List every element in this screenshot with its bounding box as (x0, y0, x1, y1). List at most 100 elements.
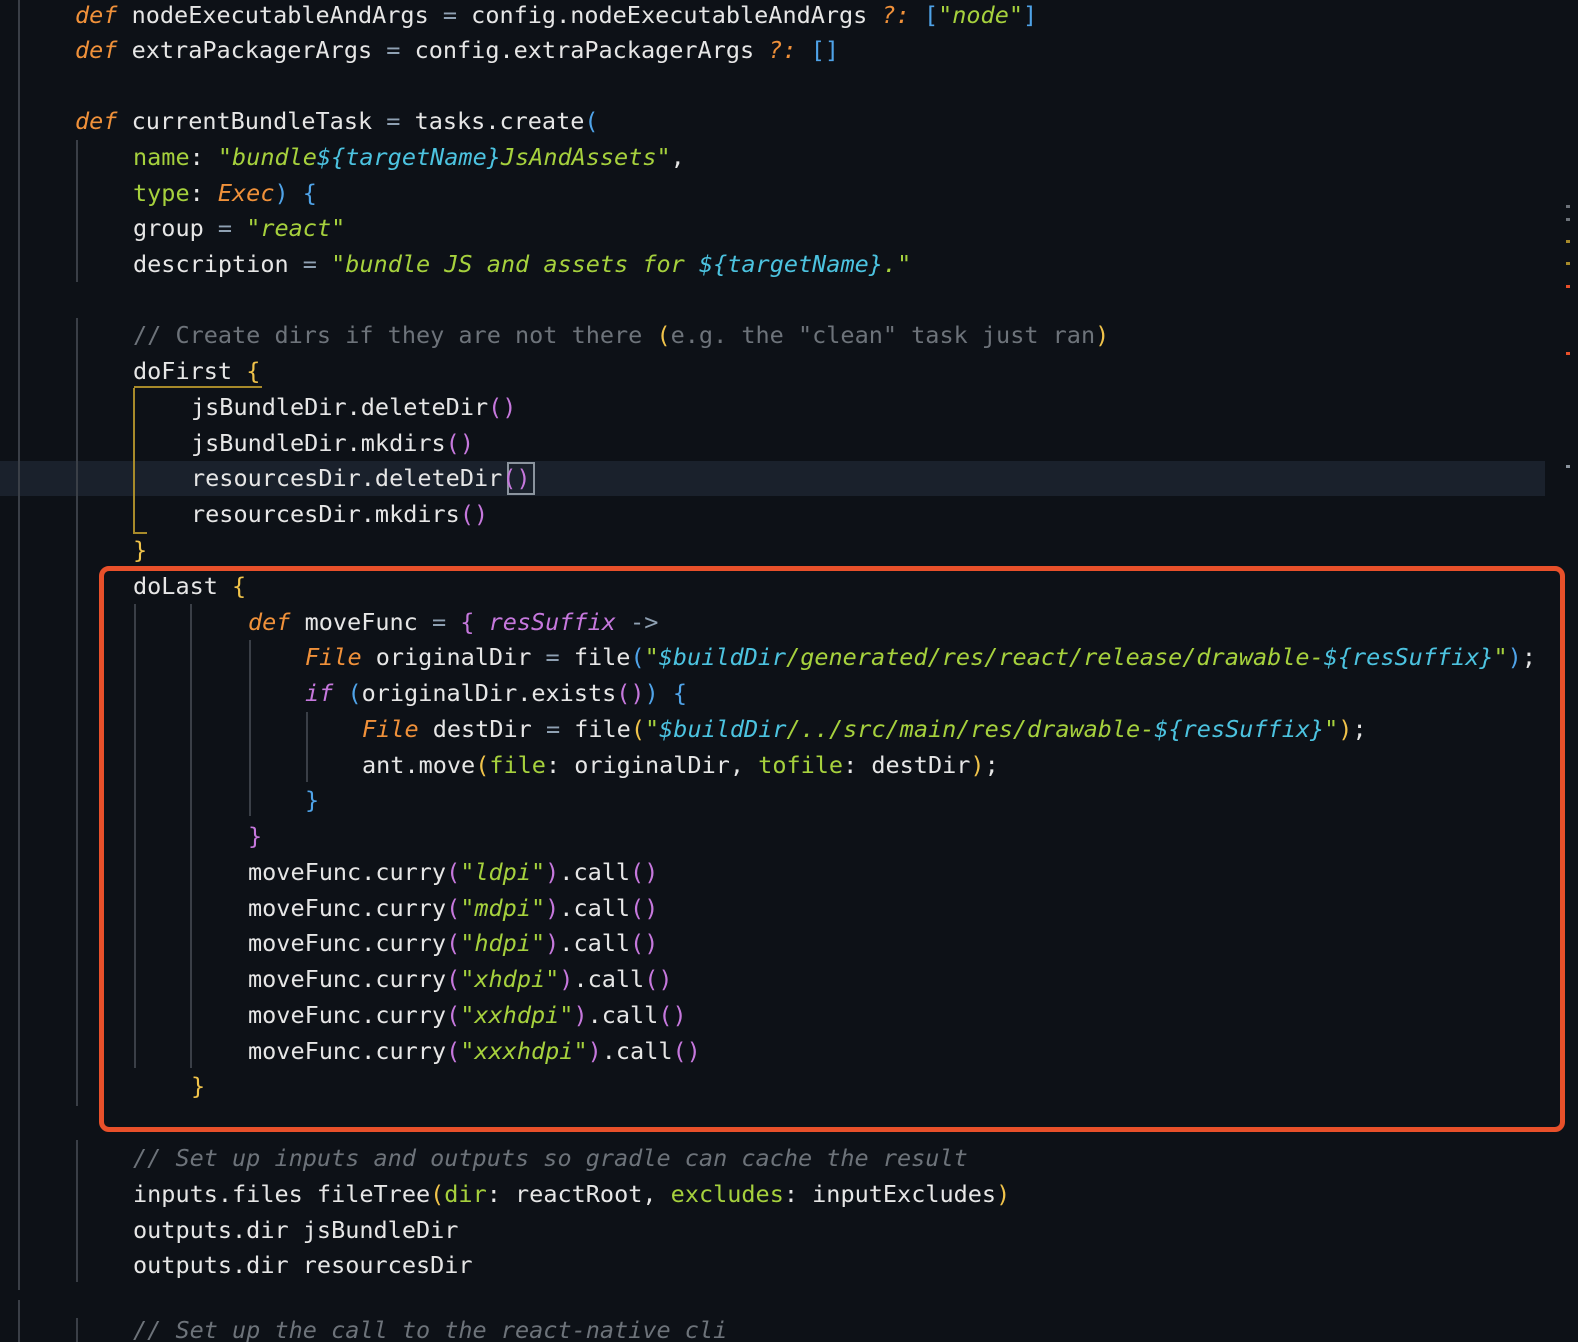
code-token: inputs.files fileTree (133, 1180, 431, 1208)
code-token: ?: (768, 36, 797, 64)
indent-guide (76, 140, 78, 282)
code-token: . (882, 250, 898, 278)
code-token: react (260, 214, 332, 242)
code-line[interactable]: } (133, 532, 147, 568)
code-line[interactable]: inputs.files fileTree(dir: reactRoot, ex… (133, 1176, 1010, 1212)
code-token: config.extraPackagerArgs (400, 36, 769, 64)
code-line[interactable]: def currentBundleTask = tasks.create( (75, 103, 599, 139)
code-line[interactable]: type: Exec) { (133, 175, 317, 211)
code-token: ) (996, 1180, 1011, 1208)
code-token: outputs.dir jsBundleDir (133, 1216, 459, 1244)
code-token: () (502, 464, 531, 492)
code-line[interactable]: // Set up the call to the react-native c… (133, 1312, 727, 1342)
scrollbar-marker (1566, 218, 1570, 221)
code-token: ) (274, 179, 289, 207)
code-token: name (133, 143, 190, 171)
code-line[interactable]: jsBundleDir.deleteDir() (191, 389, 516, 425)
code-token: // Create dirs if they are not there (133, 321, 657, 349)
code-token: def (75, 107, 118, 135)
code-line[interactable]: // Create dirs if they are not there (e.… (133, 317, 1109, 353)
code-line[interactable]: outputs.dir jsBundleDir (133, 1212, 458, 1248)
code-token: type (133, 179, 190, 207)
code-token: : inputExcludes (783, 1180, 997, 1208)
code-token: excludes (670, 1180, 784, 1208)
annotation-highlight-box (99, 566, 1565, 1132)
code-token: () (488, 393, 517, 421)
code-token: [] (810, 36, 840, 64)
code-token: ?: (881, 1, 910, 29)
code-token: Exec (217, 179, 275, 207)
active-scope-guide (133, 388, 147, 534)
code-line[interactable]: // Set up inputs and outputs so gradle c… (133, 1140, 968, 1176)
code-token: // Set up inputs and outputs so gradle c… (133, 1144, 968, 1172)
code-token: " (331, 214, 346, 242)
indent-guide (18, 0, 20, 1290)
code-token: ( (584, 107, 599, 135)
code-token: dir (444, 1180, 487, 1208)
code-token: = (386, 107, 401, 135)
code-token: e.g. the "clean" task just ran (670, 321, 1096, 349)
scrollbar-marker (1566, 240, 1570, 243)
code-token: = (442, 1, 458, 29)
code-token: = (302, 250, 317, 278)
code-line[interactable]: name: "bundle${targetName}JsAndAssets", (133, 139, 685, 175)
code-token: : (189, 179, 218, 207)
code-token: [ (923, 1, 939, 29)
code-token: { (246, 357, 261, 385)
code-token: } (133, 536, 148, 564)
code-token: def (75, 1, 118, 29)
code-token: ${targetName} (316, 143, 501, 171)
code-line[interactable]: resourcesDir.deleteDir() (191, 460, 531, 496)
code-token: { (302, 179, 317, 207)
code-token: nodeExecutableAndArgs (117, 1, 443, 29)
code-token: jsBundleDir.mkdirs (191, 429, 446, 457)
code-token: currentBundleTask (117, 107, 387, 135)
code-token: () (459, 500, 489, 528)
code-line[interactable]: doFirst { (133, 353, 260, 389)
code-line[interactable]: description = "bundle JS and assets for … (133, 246, 911, 282)
code-line[interactable]: resourcesDir.mkdirs() (191, 496, 488, 532)
scrollbar-marker (1566, 205, 1570, 208)
code-token: = (217, 214, 233, 242)
code-token: extraPackagerArgs (117, 36, 387, 64)
code-line[interactable]: def extraPackagerArgs = config.extraPack… (75, 32, 839, 68)
code-token: ) (1095, 321, 1110, 349)
code-token: " (897, 250, 912, 278)
code-token: resourcesDir.mkdirs (191, 500, 460, 528)
code-token: ] (1023, 1, 1038, 29)
scrollbar-marker (1566, 285, 1570, 288)
code-token: " (246, 214, 261, 242)
code-token: description (133, 250, 303, 278)
code-token: " (656, 143, 671, 171)
indent-guide (76, 318, 78, 1106)
code-token: def (75, 36, 118, 64)
code-token: ( (430, 1180, 445, 1208)
code-token: tasks.create (400, 107, 585, 135)
code-token: () (445, 429, 474, 457)
code-token: : (189, 143, 218, 171)
code-token: " (938, 1, 953, 29)
code-token: resourcesDir.deleteDir (191, 464, 503, 492)
code-token: , (670, 143, 685, 171)
code-token: " (217, 143, 233, 171)
code-token: " (331, 250, 346, 278)
code-editor[interactable]: def nodeExecutableAndArgs = config.nodeE… (0, 0, 1578, 1342)
code-token: group (133, 214, 218, 242)
code-line[interactable]: def nodeExecutableAndArgs = config.nodeE… (75, 0, 1037, 33)
code-line[interactable]: group = "react" (133, 210, 345, 246)
code-token: doFirst (133, 357, 247, 385)
code-line[interactable]: outputs.dir resourcesDir (133, 1247, 473, 1283)
indent-guide (76, 1318, 78, 1342)
code-token: jsBundleDir.deleteDir (191, 393, 489, 421)
scrollbar-marker (1566, 262, 1570, 265)
code-token: bundle (232, 143, 317, 171)
code-line[interactable]: jsBundleDir.mkdirs() (191, 425, 474, 461)
code-token: bundle JS and assets for (345, 250, 699, 278)
indent-guide (76, 1140, 78, 1282)
scrollbar-marker (1566, 352, 1570, 355)
